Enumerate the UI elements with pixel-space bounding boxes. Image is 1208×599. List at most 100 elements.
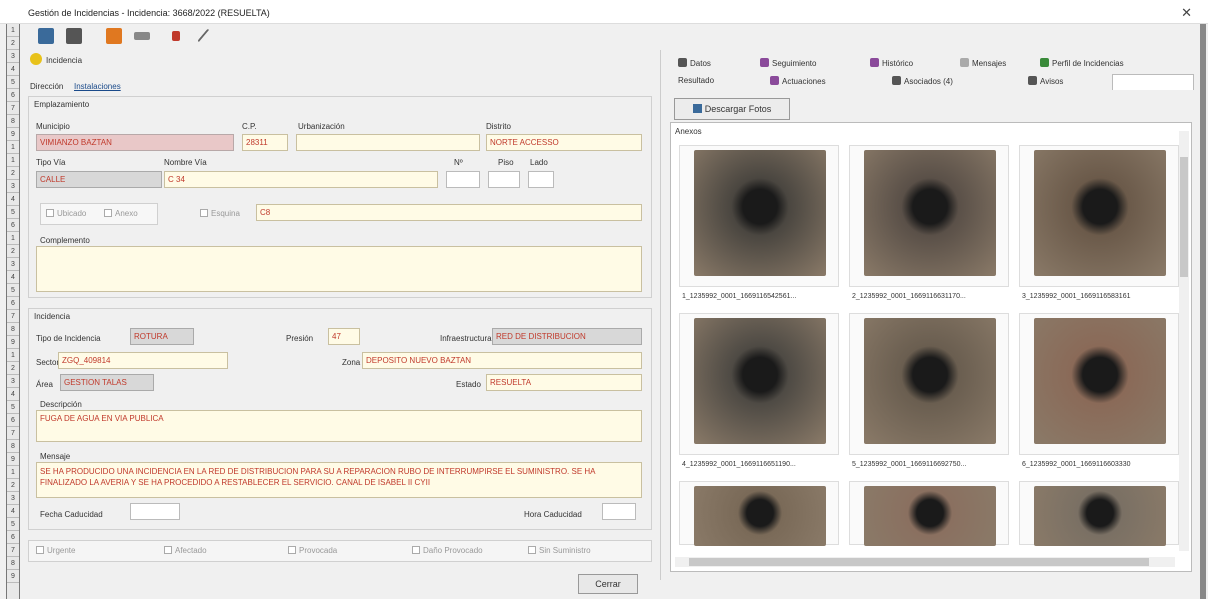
gutter-row: 4 xyxy=(7,388,19,401)
ubicado-checkbox[interactable]: Ubicado xyxy=(46,209,86,218)
presion-field[interactable]: 47 xyxy=(328,328,360,345)
descargar-fotos-button[interactable]: Descargar Fotos xyxy=(674,98,790,120)
close-icon[interactable]: ✕ xyxy=(1181,5,1192,21)
flag-checkbox[interactable]: Sin Suministro xyxy=(528,546,591,555)
photo-thumbnail[interactable]: 5_1235992_0001_1669116692750... xyxy=(849,313,1009,468)
esquina-field[interactable]: C8 xyxy=(256,204,642,221)
municipio-field[interactable]: VIMIANZO BAZTAN xyxy=(36,134,234,151)
save-icon[interactable] xyxy=(38,28,54,44)
photo-thumbnail[interactable]: 2_1235992_0001_1669116631170... xyxy=(849,145,1009,300)
distrito-label: Distrito xyxy=(486,122,511,131)
photo-thumbnail[interactable]: 6_1235992_0001_1669116603330 xyxy=(1019,313,1179,468)
gutter-row: 3 xyxy=(7,375,19,388)
photo-thumbnail[interactable] xyxy=(1019,481,1179,546)
urbanizacion-field[interactable] xyxy=(296,134,480,151)
flag-checkbox[interactable]: Urgente xyxy=(36,546,75,555)
right-tab[interactable]: Avisos xyxy=(1028,76,1063,86)
gutter-row: 7 xyxy=(7,102,19,115)
link-icon[interactable] xyxy=(134,32,150,40)
fecha-caducidad-field[interactable] xyxy=(130,503,180,520)
mensaje-field[interactable]: SE HA PRODUCIDO UNA INCIDENCIA EN LA RED… xyxy=(36,462,642,498)
gutter-row: 3 xyxy=(7,180,19,193)
gutter-row: 5 xyxy=(7,206,19,219)
tipo-incidencia-field[interactable]: ROTURA xyxy=(130,328,194,345)
estado-field[interactable]: RESUELTA xyxy=(486,374,642,391)
infraestructura-label: Infraestructura xyxy=(440,334,492,343)
gutter-row: 7 xyxy=(7,427,19,440)
tipo-via-field[interactable]: CALLE xyxy=(36,171,162,188)
photo-caption: 5_1235992_0001_1669116692750... xyxy=(852,461,967,468)
distrito-field[interactable]: NORTE ACCESSO xyxy=(486,134,642,151)
horizontal-scrollbar[interactable] xyxy=(675,557,1175,567)
map-icon[interactable] xyxy=(106,28,122,44)
flag-checkbox[interactable]: Daño Provocado xyxy=(412,546,483,555)
tab-incidencia[interactable]: Incidencia xyxy=(46,56,82,65)
sector-field[interactable]: ZGQ_409814 xyxy=(58,352,228,369)
zona-label: Zona xyxy=(342,358,361,367)
flag-checkbox[interactable]: Afectado xyxy=(164,546,207,555)
numero-field[interactable] xyxy=(446,171,480,188)
tab-icon xyxy=(678,58,687,67)
anexos-legend: Anexos xyxy=(675,127,702,136)
right-tab[interactable]: Histórico xyxy=(870,58,913,68)
gutter-row: 6 xyxy=(7,219,19,232)
pin-icon[interactable] xyxy=(172,31,180,41)
flag-checkbox[interactable]: Provocada xyxy=(288,546,337,555)
anexo-checkbox[interactable]: Anexo xyxy=(104,209,138,218)
gutter-row: 9 xyxy=(7,570,19,583)
gutter-row: 3 xyxy=(7,258,19,271)
gutter-row: 2 xyxy=(7,167,19,180)
gutter-row: 6 xyxy=(7,89,19,102)
complemento-field[interactable] xyxy=(36,246,642,292)
tab-icon xyxy=(1028,76,1037,85)
gutter-row: 4 xyxy=(7,63,19,76)
photo-thumbnail[interactable] xyxy=(679,481,839,546)
tab-icon xyxy=(760,58,769,67)
piso-field[interactable] xyxy=(488,171,520,188)
photo-caption: 3_1235992_0001_1669116583161 xyxy=(1022,293,1131,300)
photo-thumbnail[interactable] xyxy=(849,481,1009,546)
tipo-via-label: Tipo Vía xyxy=(36,158,66,167)
right-tab[interactable]: Asociados (4) xyxy=(892,76,953,86)
right-tab[interactable]: Resultado xyxy=(678,76,714,85)
photo-image xyxy=(864,150,996,276)
photo-thumbnail[interactable]: 4_1235992_0001_1669116651190... xyxy=(679,313,839,468)
download-icon xyxy=(692,104,702,113)
nombre-via-field[interactable]: C 34 xyxy=(164,171,438,188)
right-tab[interactable]: Perfil de Incidencias xyxy=(1040,58,1124,68)
tools-icon[interactable] xyxy=(197,28,211,44)
right-tab[interactable]: Mensajes xyxy=(960,58,1006,68)
piso-label: Piso xyxy=(498,158,514,167)
photo-caption: 4_1235992_0001_1669116651190... xyxy=(682,461,796,468)
photo-thumbnail[interactable]: 1_1235992_0001_1669116542561... xyxy=(679,145,839,300)
gutter-row: 1 xyxy=(7,24,19,37)
cp-field[interactable]: 28311 xyxy=(242,134,288,151)
gutter-row: 6 xyxy=(7,297,19,310)
descripcion-field[interactable]: FUGA DE AGUA EN VIA PUBLICA xyxy=(36,410,642,442)
right-tab[interactable]: Datos xyxy=(678,58,711,68)
photo-thumbnail[interactable]: 3_1235992_0001_1669116583161 xyxy=(1019,145,1179,300)
gutter-row: 8 xyxy=(7,440,19,453)
descripcion-label: Descripción xyxy=(40,400,82,409)
urbanizacion-label: Urbanización xyxy=(298,122,345,131)
vertical-scrollbar[interactable] xyxy=(1179,131,1189,551)
area-field[interactable]: GESTION TALAS xyxy=(60,374,154,391)
row-gutter: 1234567891123456123456789123456789123456… xyxy=(6,24,20,599)
gutter-row: 1 xyxy=(7,141,19,154)
esquina-checkbox[interactable]: Esquina xyxy=(200,209,240,218)
hora-caducidad-label: Hora Caducidad xyxy=(524,510,582,519)
photo-image xyxy=(694,486,826,546)
lado-field[interactable] xyxy=(528,171,554,188)
right-tab[interactable]: Seguimiento xyxy=(760,58,816,68)
mensaje-label: Mensaje xyxy=(40,452,71,461)
cerrar-button[interactable]: Cerrar xyxy=(578,574,638,594)
incidencia-legend: Incidencia xyxy=(34,312,71,321)
cp-label: C.P. xyxy=(242,122,257,131)
right-tab[interactable]: Actuaciones xyxy=(770,76,826,86)
hora-caducidad-field[interactable] xyxy=(602,503,636,520)
print-icon[interactable] xyxy=(66,28,82,44)
tab-direccion[interactable]: Dirección xyxy=(30,82,63,91)
infraestructura-field[interactable]: RED DE DISTRIBUCION xyxy=(492,328,642,345)
tab-instalaciones[interactable]: Instalaciones xyxy=(74,82,121,91)
zona-field[interactable]: DEPOSITO NUEVO BAZTAN xyxy=(362,352,642,369)
